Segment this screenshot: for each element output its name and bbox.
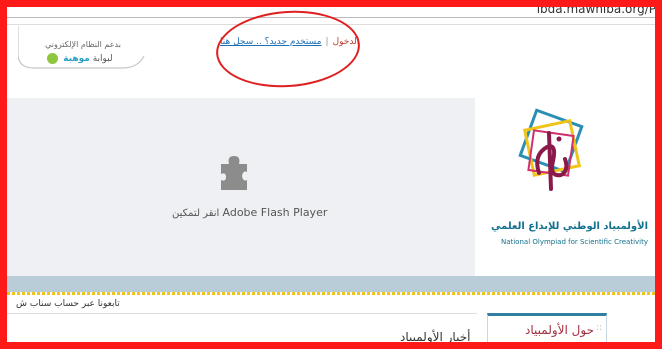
- portal-prefix: لبوابة: [92, 54, 113, 64]
- annotation-ellipse: [213, 6, 363, 92]
- about-olympiad-box[interactable]: :: حول الأولمبياد: [487, 313, 607, 347]
- puzzle-plugin-icon: [221, 156, 247, 190]
- flash-enable-hint: انقر لتمكين: [172, 208, 220, 219]
- news-heading: أخبار الأولمبياد: [400, 330, 471, 344]
- powered-by-text: بدعم النظام الإلكتروني: [45, 40, 121, 49]
- bullet-icon: ::: [595, 323, 602, 333]
- mawhiba-badge-icon: [47, 53, 59, 64]
- about-olympiad-label: حول الأولمبياد: [525, 323, 594, 337]
- brand-title-english: National Olympiad for Scientific Creativ…: [500, 238, 648, 246]
- follow-snapchat-text[interactable]: تابعونا عبر حساب سناب ش: [16, 299, 120, 309]
- portal-name: موهبة: [63, 54, 90, 64]
- dotted-stripe: [7, 292, 655, 295]
- content-divider: [7, 313, 477, 314]
- brand-title-arabic: الأولمبياد الوطني للإبداع العلمي: [491, 221, 648, 232]
- olympiad-logo-icon: [518, 108, 584, 191]
- flash-enable-message[interactable]: انقر لتمكين Adobe Flash Player: [172, 206, 327, 219]
- blue-band: [7, 276, 655, 292]
- address-bar-url[interactable]: ibda.mawhiba.org/P: [534, 2, 658, 16]
- portal-link[interactable]: لبوابة موهبة: [32, 53, 128, 64]
- flash-player-name: Adobe Flash Player: [222, 206, 328, 219]
